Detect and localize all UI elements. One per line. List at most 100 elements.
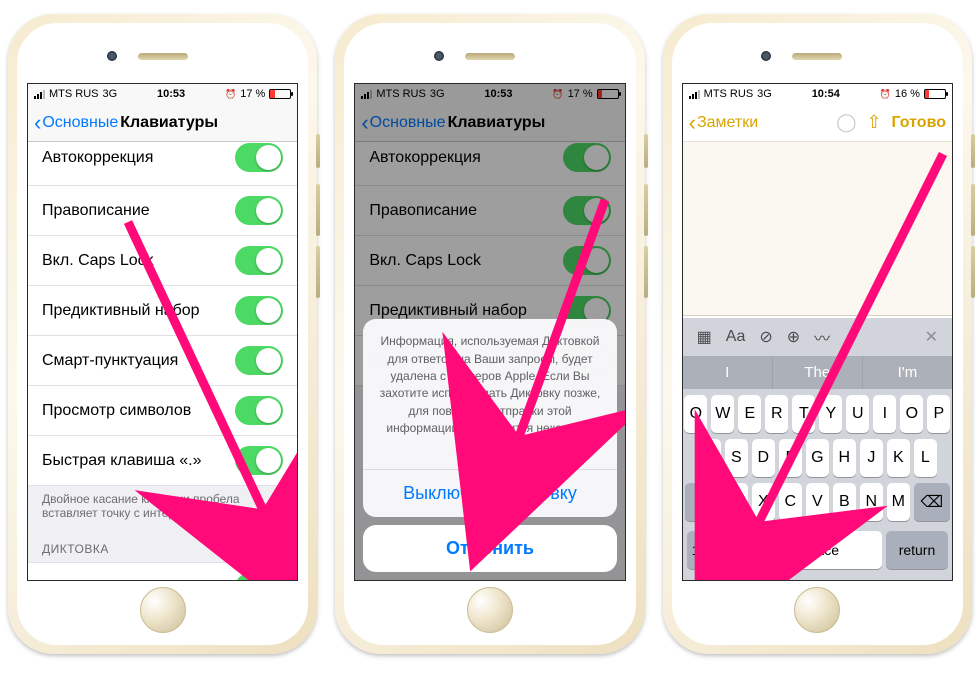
carrier-label: MTS RUS [49,88,99,100]
row-label: Правописание [42,202,150,220]
key-f[interactable]: F [779,439,802,477]
toggle-charpreview[interactable] [235,396,283,425]
nav-title: Клавиатуры [120,114,218,132]
keyboard: ▦ Aa ⊘ ⊕ 〰 ✕ I The I'm QWERTYUIOP [683,318,952,580]
back-button[interactable]: ‹ Заметки [689,112,759,134]
key-p[interactable]: P [927,395,950,433]
toggle-dictation[interactable] [235,573,283,581]
key-r[interactable]: R [765,395,788,433]
screen-1-keyboard-settings: MTS RUS 3G 10:53 17 % ‹ Основные [27,83,298,581]
toggle-smartpunct[interactable] [235,346,283,375]
home-button[interactable] [467,587,513,633]
toggle-predictive[interactable] [235,296,283,325]
battery-icon [269,89,291,99]
key-m[interactable]: M [887,483,910,521]
key-v[interactable]: V [806,483,829,521]
key-z[interactable]: Z [725,483,748,521]
toggle-shortcut[interactable] [235,446,283,475]
globe-key[interactable]: 🌐 [723,531,755,569]
row-label: Быстрая клавиша «.» [42,452,202,470]
key-k[interactable]: K [887,439,910,477]
back-label: Заметки [697,114,758,132]
key-a[interactable]: A [698,439,721,477]
key-n[interactable]: N [860,483,883,521]
network-label: 3G [103,88,118,100]
keyboard-bottom-row: 123 🌐 space return [683,531,952,575]
add-icon[interactable]: ⊕ [787,327,800,347]
mode-key[interactable]: 123 [687,531,719,569]
clock: 10:54 [812,88,840,100]
clock: 10:53 [157,88,185,100]
key-g[interactable]: G [806,439,829,477]
format-toolbar: ▦ Aa ⊘ ⊕ 〰 ✕ [683,318,952,356]
backspace-key[interactable]: ⌫ [914,483,950,521]
space-key[interactable]: space [759,531,882,569]
sheet-message: Информация, используемая Диктовкой для о… [363,319,616,470]
phone-mockup-1: MTS RUS 3G 10:53 17 % ‹ Основные [8,14,317,654]
disable-dictation-button[interactable]: Выключить Диктовку [363,470,616,517]
row-label: Автокоррекция [42,149,153,167]
row-spelling[interactable]: Правописание [28,186,297,236]
done-button[interactable]: Готово [892,114,946,132]
row-dictation[interactable]: Диктовка [28,562,297,581]
shift-key[interactable]: ⇧ [685,483,721,521]
key-c[interactable]: C [779,483,802,521]
battery-percent: 16 % [895,88,920,100]
phone-mockup-2: MTS RUS 3G 10:53 17 % ‹ Основные [335,14,644,654]
key-d[interactable]: D [752,439,775,477]
row-smartpunct[interactable]: Смарт-пунктуация [28,336,297,386]
text-format-button[interactable]: Aa [726,328,746,346]
signal-bars-icon [34,90,45,99]
key-o[interactable]: O [900,395,923,433]
key-e[interactable]: E [738,395,761,433]
add-people-icon[interactable]: ◯ [836,112,856,133]
toggle-spelling[interactable] [235,196,283,225]
key-h[interactable]: H [833,439,856,477]
suggestion-3[interactable]: I'm [863,356,952,389]
key-t[interactable]: T [792,395,815,433]
key-b[interactable]: B [833,483,856,521]
table-icon[interactable]: ▦ [697,327,712,347]
row-label: Просмотр символов [42,402,191,420]
key-x[interactable]: X [752,483,775,521]
toggle-autocorrect[interactable] [235,143,283,172]
suggestion-1[interactable]: I [683,356,772,389]
row-capslock[interactable]: Вкл. Caps Lock [28,236,297,286]
home-button[interactable] [140,587,186,633]
close-toolbar-icon[interactable]: ✕ [925,327,938,347]
alarm-icon [880,88,891,100]
row-charpreview[interactable]: Просмотр символов [28,386,297,436]
row-label: Вкл. Caps Lock [42,252,154,270]
cancel-button[interactable]: Отменить [363,525,616,572]
key-s[interactable]: S [725,439,748,477]
home-button[interactable] [794,587,840,633]
draw-icon[interactable]: 〰 [814,325,830,349]
back-button[interactable]: ‹ Основные [34,112,118,134]
status-bar: MTS RUS 3G 10:54 16 % [683,84,952,104]
key-y[interactable]: Y [819,395,842,433]
key-u[interactable]: U [846,395,869,433]
toggle-capslock[interactable] [235,246,283,275]
key-w[interactable]: W [711,395,734,433]
note-editor[interactable] [683,142,952,316]
checklist-icon[interactable]: ⊘ [759,327,772,347]
battery-percent: 17 % [240,88,265,100]
row-label: Диктовка [42,579,110,582]
row-shortcut[interactable]: Быстрая клавиша «.» [28,436,297,486]
footnote: Двойное касание клавиши пробела вставляе… [28,486,297,530]
row-autocorrect[interactable]: Автокоррекция [28,142,297,186]
key-j[interactable]: J [860,439,883,477]
back-label: Основные [42,114,118,132]
nav-bar: ‹ Заметки ◯ ⇧ Готово [683,104,952,142]
share-icon[interactable]: ⇧ [866,112,881,133]
suggestion-2[interactable]: The [773,356,862,389]
key-l[interactable]: L [914,439,937,477]
keyboard-row-2: ASDFGHJKL [687,439,948,477]
keyboard-row-3: ⇧ ZXCVBNM ⌫ [687,483,948,521]
chevron-left-icon: ‹ [34,112,41,134]
row-predictive[interactable]: Предиктивный набор [28,286,297,336]
key-i[interactable]: I [873,395,896,433]
screen-2-action-sheet: MTS RUS 3G 10:53 17 % ‹ Основные [354,83,625,581]
key-q[interactable]: Q [684,395,707,433]
return-key[interactable]: return [886,531,948,569]
